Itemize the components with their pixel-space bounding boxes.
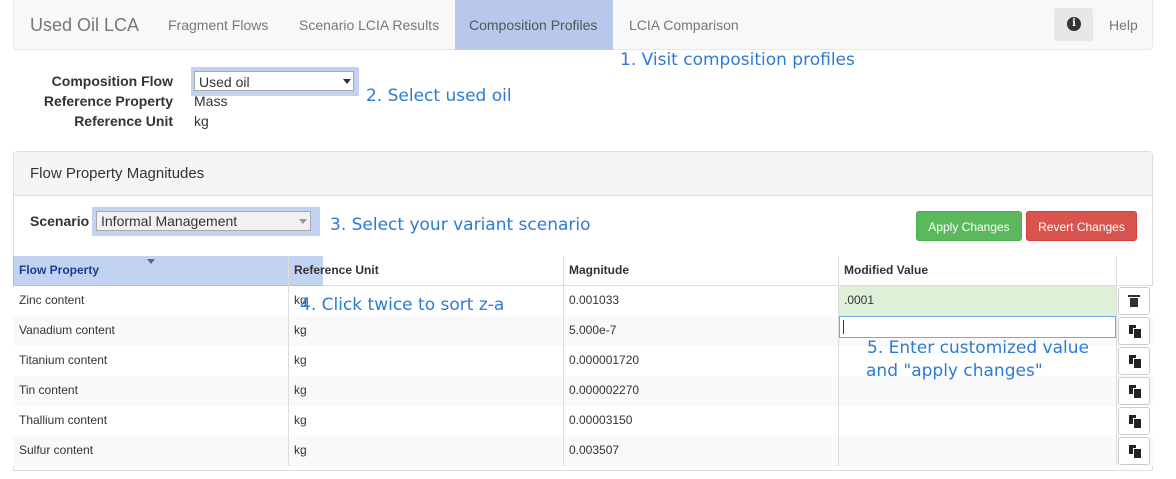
modified-value-input[interactable] xyxy=(839,316,1116,338)
composition-flow-value: Used oil xyxy=(199,74,250,90)
scenario-select[interactable]: Informal Management xyxy=(96,211,311,231)
reference-unit-label: Reference Unit xyxy=(74,113,173,129)
column-divider xyxy=(563,256,564,466)
cell-reference-unit: kg xyxy=(294,383,307,397)
copy-value-button[interactable] xyxy=(1118,347,1150,375)
copy-icon xyxy=(1129,415,1142,429)
copy-value-button[interactable] xyxy=(1118,377,1150,405)
annotation-step-3: 3. Select your variant scenario xyxy=(330,215,591,235)
cell-reference-unit: kg xyxy=(294,353,307,367)
composition-flow-label: Composition Flow xyxy=(51,73,173,89)
cell-reference-unit: kg xyxy=(294,443,307,457)
copy-value-button[interactable] xyxy=(1118,437,1150,465)
panel-heading: Flow Property Magnitudes xyxy=(14,152,1152,196)
cell-flow-property: Zinc content xyxy=(19,293,85,307)
cell-flow-property: Thallium content xyxy=(19,413,108,427)
reference-property-value: Mass xyxy=(194,93,228,109)
sort-desc-icon xyxy=(147,259,155,264)
annotation-step-1: 1. Visit composition profiles xyxy=(620,50,855,70)
header-magnitude[interactable]: Magnitude xyxy=(569,263,629,277)
copy-value-button[interactable] xyxy=(1118,407,1150,435)
scenario-value: Informal Management xyxy=(101,213,238,229)
nav-fragment-flows[interactable]: Fragment Flows xyxy=(168,17,268,33)
reset-value-button[interactable] xyxy=(1118,287,1150,315)
cell-magnitude: 0.00003150 xyxy=(569,413,633,427)
help-link[interactable]: Help xyxy=(1109,17,1138,33)
cell-flow-property: Vanadium content xyxy=(19,323,115,337)
copy-icon xyxy=(1129,355,1142,369)
brand-link[interactable]: Used Oil LCA xyxy=(30,15,139,36)
copy-icon xyxy=(1129,385,1142,399)
annotation-step-2: 2. Select used oil xyxy=(366,86,512,106)
text-cursor xyxy=(843,320,844,334)
copy-icon xyxy=(1129,325,1142,339)
apply-changes-button[interactable]: Apply Changes xyxy=(916,211,1022,241)
nav-lcia-comparison[interactable]: LCIA Comparison xyxy=(629,17,739,33)
cell-flow-property: Titanium content xyxy=(19,353,108,367)
navbar: Used Oil LCA Fragment Flows Scenario LCI… xyxy=(13,0,1153,50)
annotation-step-5-line-2: and "apply changes" xyxy=(866,361,1043,381)
trash-icon xyxy=(1128,295,1140,307)
copy-value-button[interactable] xyxy=(1118,317,1150,345)
chevron-down-icon xyxy=(299,219,307,224)
reference-unit-value: kg xyxy=(194,113,209,129)
nav-scenario-lcia-results[interactable]: Scenario LCIA Results xyxy=(299,17,439,33)
cell-flow-property: Tin content xyxy=(19,383,78,397)
cell-magnitude: 0.003507 xyxy=(569,443,620,457)
cell-flow-property: Sulfur content xyxy=(19,443,94,457)
revert-changes-button[interactable]: Revert Changes xyxy=(1026,211,1137,241)
annotation-step-5-line-1: 5. Enter customized value xyxy=(867,338,1089,358)
cell-magnitude: 5.000e-7 xyxy=(569,323,617,337)
modified-cell-highlight xyxy=(839,286,1116,316)
header-reference-unit[interactable]: Reference Unit xyxy=(294,263,379,277)
copy-icon xyxy=(1129,445,1142,459)
header-flow-property[interactable]: Flow Property xyxy=(19,263,99,277)
cell-reference-unit: kg xyxy=(294,323,307,337)
cell-modified-value[interactable]: .0001 xyxy=(844,293,874,307)
cell-magnitude: 0.000002270 xyxy=(569,383,640,397)
cell-magnitude: 0.000001720 xyxy=(569,353,640,367)
column-divider xyxy=(1116,256,1117,466)
column-divider xyxy=(288,256,289,466)
annotation-step-4: 4. Click twice to sort z-a xyxy=(300,295,505,315)
nav-composition-profiles-label: Composition Profiles xyxy=(469,17,598,33)
info-button[interactable]: i xyxy=(1054,8,1093,41)
cell-reference-unit: kg xyxy=(294,413,307,427)
nav-composition-profiles[interactable]: Composition Profiles xyxy=(455,0,613,50)
reference-property-label: Reference Property xyxy=(43,93,173,109)
scenario-label: Scenario xyxy=(30,213,90,229)
header-modified-value[interactable]: Modified Value xyxy=(844,263,928,277)
cell-magnitude: 0.001033 xyxy=(569,293,620,307)
info-circle-icon: i xyxy=(1067,17,1081,31)
panel-title: Flow Property Magnitudes xyxy=(30,165,205,182)
composition-flow-select[interactable]: Used oil xyxy=(194,71,354,91)
chevron-down-icon xyxy=(343,79,351,84)
